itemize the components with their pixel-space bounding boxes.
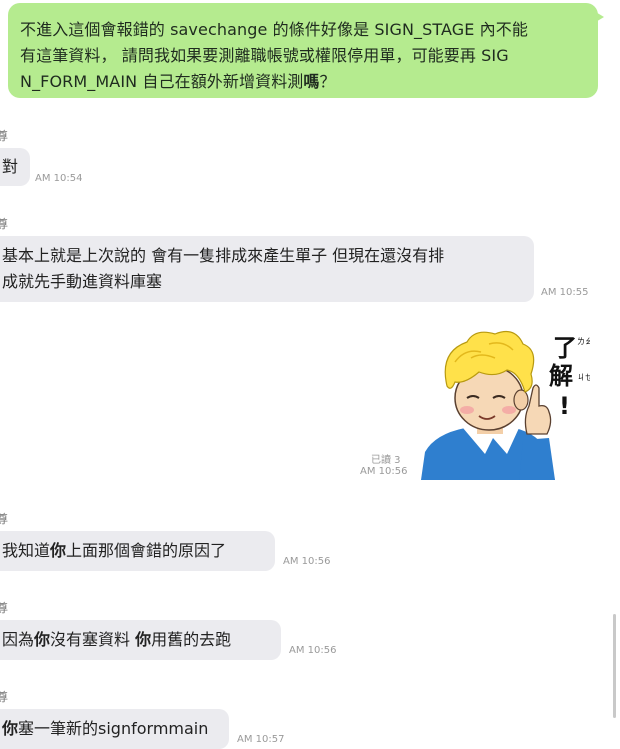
sticker-text: 解 (549, 362, 573, 390)
chat-area: 不進入這個會報錯的 savechange 的條件好像是 SIGN_STAGE 內… (0, 0, 620, 749)
message-line: 不進入這個會報錯的 savechange 的條件好像是 SIGN_STAGE 內… (20, 20, 528, 39)
sticker-boy-thumbs: 了 ㄌㄠ 解 ㄐㄝ ! (421, 331, 593, 480)
message-fragment: 我知道 (2, 541, 51, 560)
message-line: N_FORM_MAIN 自己在額外新增資料測嗎？ (20, 69, 586, 95)
sticker-text: ! (559, 392, 570, 420)
sender-name: 尊 (0, 601, 9, 615)
message-fragment-bold: 你 (135, 630, 152, 649)
message-line: 成就先手動進資料庫塞 (2, 272, 163, 291)
incoming-message-bubble[interactable]: 基本上就是上次說的 會有一隻排成來產生單子 但現在還沒有排 成就先手動進資料庫塞 (0, 236, 534, 302)
message-fragment: 因為 (2, 630, 35, 649)
incoming-message-bubble[interactable]: 因為你沒有塞資料 你用舊的去跑 (0, 620, 281, 660)
message-text: 不進入這個會報錯的 savechange 的條件好像是 SIGN_STAGE 內… (20, 17, 586, 95)
message-text: 我知道你上面那個會錯的原因了 (2, 541, 226, 560)
message-fragment-bold: 嗎 (303, 72, 320, 91)
sender-name: 尊 (0, 512, 9, 526)
sticker-text: ㄐㄝ (577, 373, 590, 382)
message-fragment: 沒有塞資料 (50, 630, 136, 649)
message-timestamp: AM 10:55 (541, 287, 589, 298)
message-timestamp: AM 10:54 (35, 173, 83, 184)
message-fragment-bold: 你 (50, 541, 67, 560)
sticker-image[interactable]: 了 ㄌㄠ 解 ㄐㄝ ! (415, 322, 593, 480)
message-fragment: ？ (319, 72, 336, 91)
message-timestamp: AM 10:56 (283, 556, 331, 567)
message-fragment-bold: 你 (34, 630, 51, 649)
message-timestamp: AM 10:56 (360, 466, 408, 477)
message-fragment: 塞一筆新的signformmain (18, 719, 209, 738)
read-receipt: 已讀 3 (371, 455, 401, 466)
message-text: 因為你沒有塞資料 你用舊的去跑 (2, 630, 231, 649)
message-line: 有這筆資料， 請問我如果要測離職帳號或權限停用單，可能要再 SIG (20, 46, 509, 65)
message-fragment: 上面那個會錯的原因了 (66, 541, 227, 560)
sticker-text: ㄌㄠ (577, 337, 590, 346)
sender-name: 尊 (0, 129, 9, 143)
message-fragment-bold: 你 (2, 719, 19, 738)
sender-name: 尊 (0, 217, 9, 231)
message-timestamp: AM 10:57 (237, 734, 285, 745)
outgoing-message-bubble[interactable]: 不進入這個會報錯的 savechange 的條件好像是 SIGN_STAGE 內… (8, 3, 604, 98)
message-line: 基本上就是上次說的 會有一隻排成來產生單子 但現在還沒有排 (2, 246, 445, 265)
message-fragment: 用舊的去跑 (151, 630, 232, 649)
message-timestamp: AM 10:56 (289, 645, 337, 656)
incoming-message-bubble[interactable]: 對 (0, 148, 31, 186)
incoming-message-bubble[interactable]: 你塞一筆新的signformmain (0, 709, 229, 749)
scrollbar-thumb[interactable] (613, 614, 616, 718)
message-text: 你塞一筆新的signformmain (2, 719, 208, 738)
incoming-message-bubble[interactable]: 我知道你上面那個會錯的原因了 (0, 531, 275, 571)
sender-name: 尊 (0, 690, 9, 704)
sticker-text: 了 (553, 334, 577, 362)
message-fragment: N_FORM_MAIN 自己在額外新增資料測 (20, 72, 304, 91)
message-text: 對 (2, 157, 19, 176)
